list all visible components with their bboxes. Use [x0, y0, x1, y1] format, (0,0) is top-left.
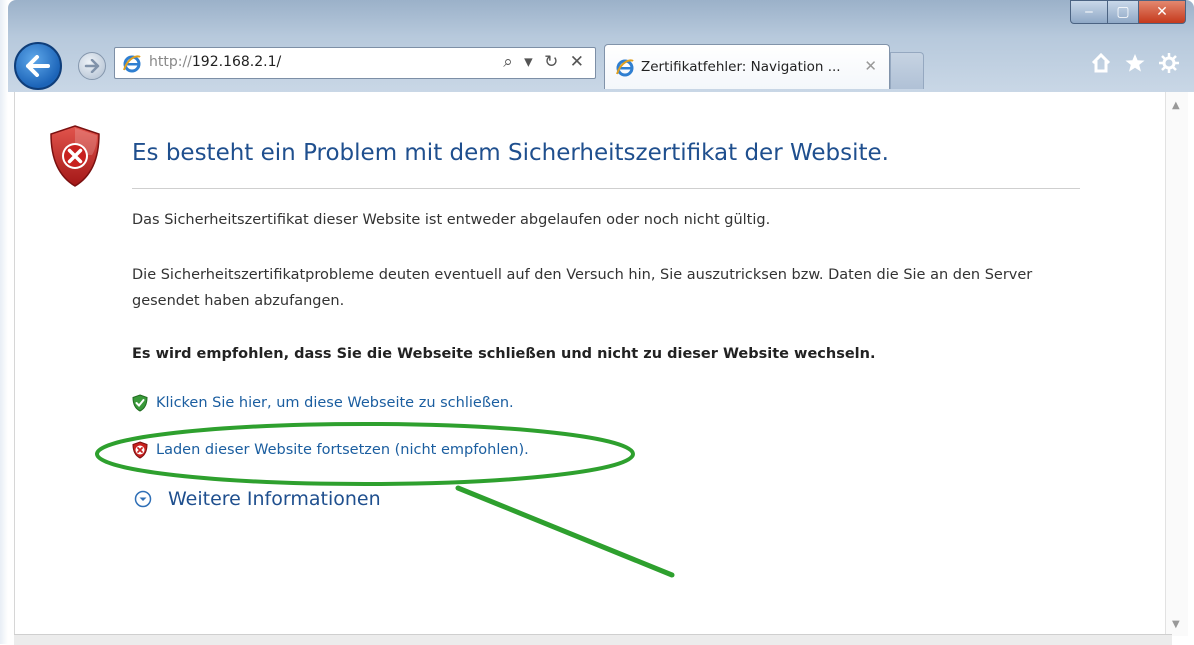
tab-certificate-error[interactable]: Zertifikatfehler: Navigation ... ✕ [604, 44, 890, 89]
forward-button[interactable] [78, 52, 106, 80]
expand-circle-icon [134, 490, 152, 508]
scroll-down-arrow-icon[interactable]: ▼ [1172, 619, 1180, 630]
window-edge [0, 0, 8, 644]
scroll-up-arrow-icon[interactable]: ▲ [1172, 100, 1180, 111]
toolbar-icons [1090, 52, 1180, 74]
ie-logo-icon [123, 55, 141, 73]
close-page-link[interactable]: Klicken Sie hier, um diese Webseite zu s… [132, 394, 514, 412]
back-arrow-icon [26, 55, 50, 77]
green-shield-check-icon [132, 394, 148, 412]
forward-arrow-icon [84, 59, 100, 73]
more-information-toggle[interactable]: Weitere Informationen [134, 488, 381, 510]
favorites-star-icon[interactable] [1124, 52, 1146, 74]
new-tab-button[interactable] [890, 52, 924, 89]
url-host: 192.168.2.1/ [191, 54, 282, 70]
gear-icon[interactable] [1158, 52, 1180, 74]
minimize-icon: ‒ [1084, 4, 1094, 20]
tab-label: Zertifikatfehler: Navigation ... [641, 59, 841, 75]
close-icon: ✕ [1156, 4, 1168, 20]
url-scheme: http:// [149, 54, 192, 70]
minimize-button[interactable]: ‒ [1070, 0, 1108, 24]
red-shield-x-icon [132, 441, 148, 459]
continue-to-website-link[interactable]: Laden dieser Website fortsetzen (nicht e… [132, 441, 529, 459]
browser-window: ‒ ▢ ✕ http://192.168.2.1/ ⌕ ▾ ↻ ✕ Zertif… [0, 0, 1194, 645]
certificate-expired-text: Das Sicherheitszertifikat dieser Website… [132, 212, 771, 228]
divider [132, 188, 1080, 189]
ie-logo-icon [616, 59, 634, 77]
address-actions[interactable]: ⌕ ▾ ↻ ✕ [503, 52, 587, 72]
vertical-scrollbar[interactable]: ▲ ▼ [1165, 92, 1188, 636]
recommendation-text: Es wird empfohlen, dass Sie die Webseite… [132, 346, 876, 362]
continue-link-label[interactable]: Laden dieser Website fortsetzen (nicht e… [156, 442, 529, 458]
page-content [14, 92, 1174, 636]
maximize-icon: ▢ [1116, 4, 1130, 20]
address-bar[interactable]: http://192.168.2.1/ ⌕ ▾ ↻ ✕ [114, 47, 596, 79]
url-text: http://192.168.2.1/ [149, 54, 281, 70]
close-page-link-label[interactable]: Klicken Sie hier, um diese Webseite zu s… [156, 395, 514, 411]
home-icon[interactable] [1090, 52, 1112, 74]
more-information-label[interactable]: Weitere Informationen [168, 488, 381, 510]
close-window-button[interactable]: ✕ [1139, 0, 1186, 24]
window-controls: ‒ ▢ ✕ [1070, 0, 1186, 26]
error-shield-icon [50, 125, 100, 187]
back-button[interactable] [14, 42, 62, 90]
security-warning-text: Die Sicherheitszertifikatprobleme deuten… [132, 267, 1033, 309]
maximize-button[interactable]: ▢ [1108, 0, 1139, 24]
status-bar-edge [14, 634, 1172, 645]
tab-close-button[interactable]: ✕ [864, 57, 877, 75]
page-title: Es besteht ein Problem mit dem Sicherhei… [132, 140, 889, 166]
